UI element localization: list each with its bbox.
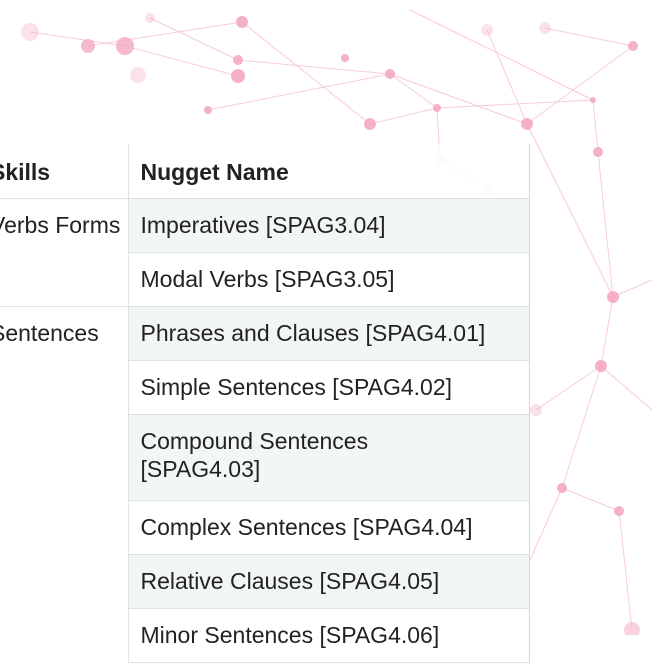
nugget-cell[interactable]: Imperatives [SPAG3.04] — [127, 198, 529, 253]
nugget-cell[interactable]: Complex Sentences [SPAG4.04] — [127, 500, 529, 555]
nugget-cell[interactable]: Minor Sentences [SPAG4.06] — [127, 608, 529, 663]
skill-cell: Verbs Forms — [0, 198, 128, 306]
nugget-table: Skills Nugget Name Verbs Forms Imperativ… — [0, 144, 529, 663]
nugget-cell[interactable]: Modal Verbs [SPAG3.05] — [127, 252, 529, 307]
table-header-row: Skills Nugget Name — [0, 144, 529, 199]
table-row: Sentences Phrases and Clauses [SPAG4.01] — [0, 305, 529, 662]
skill-cell: Sentences — [0, 305, 128, 662]
column-header-skills: Skills — [0, 144, 128, 199]
nugget-cell[interactable]: Compound Sentences [SPAG4.03] — [127, 414, 529, 501]
nugget-table-container: Skills Nugget Name Verbs Forms Imperativ… — [0, 144, 530, 663]
table-row: Verbs Forms Imperatives [SPAG3.04] — [0, 198, 529, 306]
nugget-cell[interactable]: Simple Sentences [SPAG4.02] — [127, 360, 529, 415]
nugget-cell[interactable]: Relative Clauses [SPAG4.05] — [127, 554, 529, 609]
column-header-nugget-name: Nugget Name — [127, 144, 529, 199]
nugget-cell[interactable]: Phrases and Clauses [SPAG4.01] — [127, 306, 529, 361]
